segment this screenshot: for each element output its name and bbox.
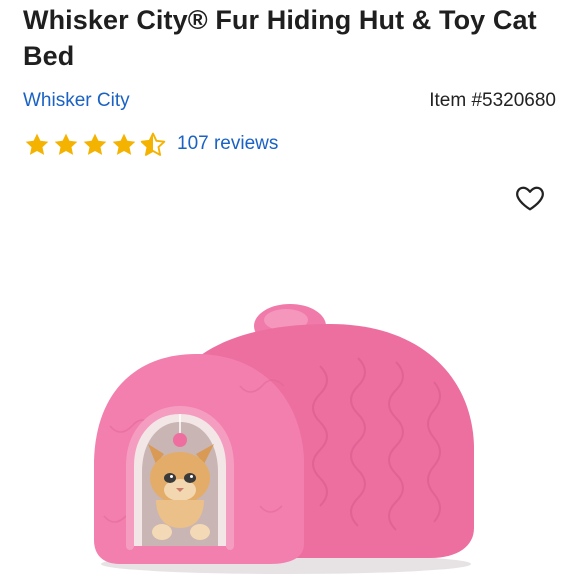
star-half-icon (140, 132, 166, 156)
product-title: Whisker City® Fur Hiding Hut & Toy Cat B… (23, 5, 537, 71)
star-icon (83, 133, 107, 155)
star-icon (112, 133, 136, 155)
reviews-link[interactable]: 107 reviews (177, 133, 278, 155)
brand-link[interactable]: Whisker City (23, 90, 130, 112)
kitten-illustration (148, 444, 214, 540)
rating-stars[interactable] (23, 131, 167, 159)
star-icon (25, 133, 49, 155)
product-image[interactable] (90, 296, 490, 580)
star-icon (54, 133, 78, 155)
item-number: Item #5320680 (429, 90, 556, 111)
heart-outline-icon (516, 186, 544, 211)
favorite-button[interactable] (514, 182, 546, 214)
